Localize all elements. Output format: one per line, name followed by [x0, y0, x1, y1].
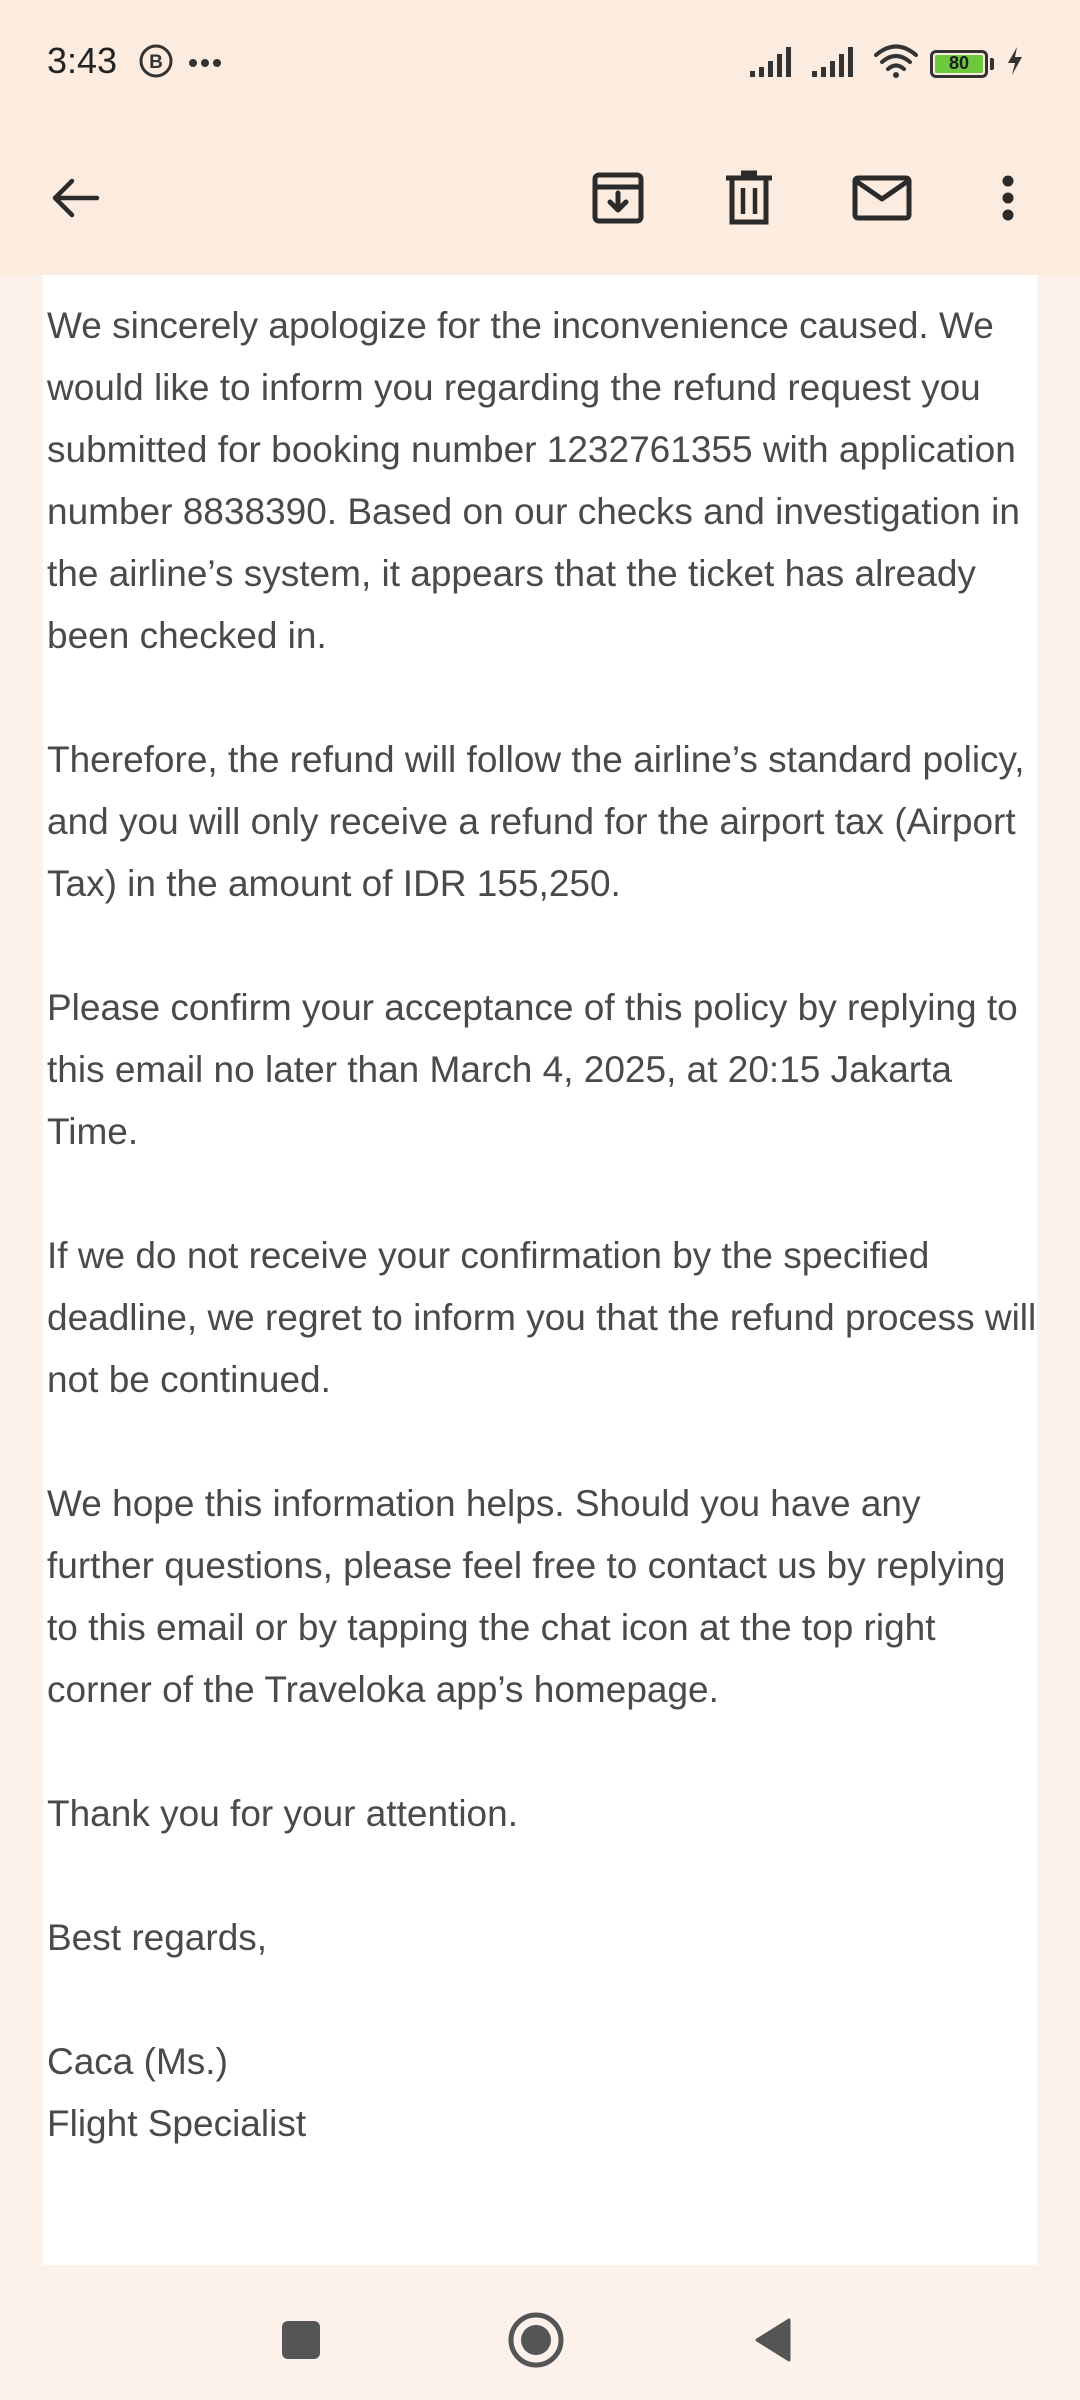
status-bar: 3:43 B 80	[0, 0, 1080, 125]
email-screen: 3:43 B 80 We sincerely apologize for the…	[0, 0, 1080, 2400]
home-circle-icon	[507, 2311, 565, 2374]
signature-name: Caca (Ms.)	[47, 2041, 228, 2082]
email-paragraph: If we do not receive your confirmation b…	[47, 1235, 1037, 1400]
email-paragraph: Thank you for your attention.	[47, 1793, 518, 1834]
system-nav-bar	[0, 2265, 1080, 2400]
battery-tip	[990, 57, 994, 70]
battery-level: 80	[948, 53, 970, 73]
delete-icon	[724, 170, 774, 231]
email-paragraph: Best regards,	[47, 1917, 268, 1958]
signal-icon	[812, 45, 862, 82]
battery-icon: 80	[930, 49, 988, 78]
b-badge-icon: B	[138, 43, 174, 84]
recents-button[interactable]	[266, 2307, 336, 2377]
email-toolbar	[0, 125, 1080, 275]
email-content: We sincerely apologize for the inconveni…	[43, 275, 1037, 2265]
delete-button[interactable]	[704, 155, 794, 245]
signal-icon	[750, 45, 800, 82]
back-button[interactable]	[30, 155, 120, 245]
charging-bolt-icon	[1006, 46, 1024, 81]
back-triangle-icon	[753, 2317, 793, 2368]
more-vert-icon	[1001, 175, 1015, 226]
back-arrow-icon	[50, 176, 100, 225]
email-paragraph: Please confirm your acceptance of this p…	[47, 987, 1018, 1152]
status-right-icons: 80	[750, 44, 1024, 83]
more-options-button[interactable]	[963, 155, 1053, 245]
email-paragraph: Therefore, the refund will follow the ai…	[47, 739, 1025, 904]
more-dots-icon	[188, 55, 222, 73]
wifi-icon	[874, 44, 918, 83]
mark-unread-icon	[852, 175, 912, 226]
status-left-icons: B	[138, 43, 222, 84]
back-nav-button[interactable]	[738, 2307, 808, 2377]
email-body: We sincerely apologize for the inconveni…	[47, 295, 1037, 2155]
archive-button[interactable]	[573, 155, 663, 245]
email-paragraph: We sincerely apologize for the inconveni…	[47, 305, 1020, 656]
status-time: 3:43	[47, 40, 118, 81]
archive-icon	[591, 171, 645, 230]
signature-title: Flight Specialist	[47, 2103, 307, 2144]
svg-text:B: B	[149, 52, 163, 73]
recents-square-icon	[281, 2320, 321, 2365]
home-button[interactable]	[501, 2307, 571, 2377]
mark-unread-button[interactable]	[837, 155, 927, 245]
email-paragraph: We hope this information helps. Should y…	[47, 1483, 1006, 1710]
